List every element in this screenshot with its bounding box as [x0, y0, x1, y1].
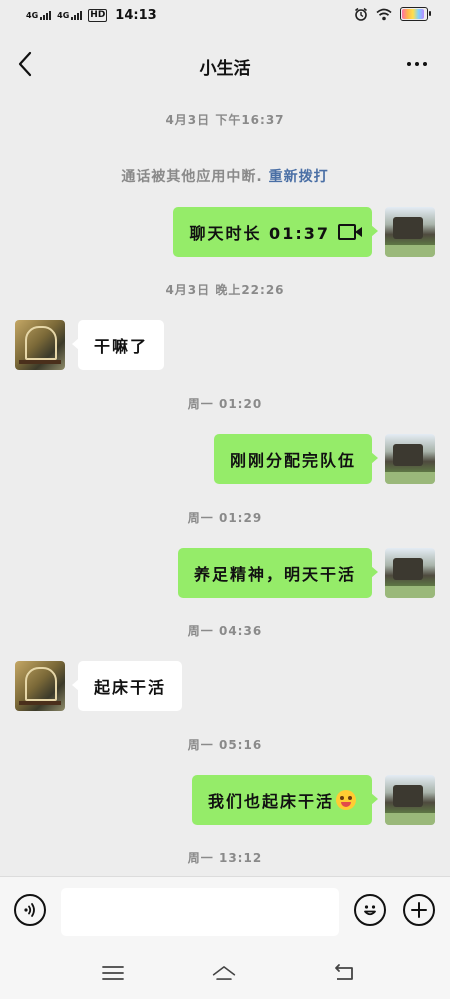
voice-button[interactable] [14, 894, 46, 926]
battery-icon [400, 7, 431, 21]
more-button[interactable] [402, 52, 432, 76]
emoji-icon [336, 790, 356, 810]
input-bar [0, 876, 450, 949]
emoji-button[interactable] [354, 894, 386, 926]
emoji-icon [364, 905, 376, 916]
menu-button[interactable] [100, 962, 126, 984]
message-text: 干嘛了 [94, 337, 149, 356]
title-bar: 小生活 [0, 32, 450, 96]
timestamp: 周一 01:20 [187, 397, 263, 411]
message-bubble[interactable]: 刚刚分配完队伍 [213, 434, 379, 484]
timestamp: 4月3日 下午16:37 [165, 113, 285, 127]
message-text: 起床干活 [94, 678, 167, 697]
home-icon [212, 966, 236, 980]
avatar[interactable] [15, 320, 65, 370]
menu-icon [102, 966, 124, 980]
voice-icon [24, 903, 35, 917]
video-call-icon [338, 224, 362, 240]
timestamp: 周一 05:16 [187, 738, 263, 752]
timestamp: 周一 01:29 [187, 511, 263, 525]
status-time: 14:13 [115, 8, 157, 23]
more-dots-icon [407, 62, 411, 66]
more-dot [423, 62, 427, 66]
avatar[interactable] [385, 548, 435, 598]
signal-icon: 4G [57, 11, 83, 20]
nav-bar [0, 948, 450, 999]
hd-icon: HD [88, 9, 108, 22]
avatar[interactable] [385, 207, 435, 257]
message-text: 刚刚分配完队伍 [229, 451, 356, 470]
back-icon [335, 964, 353, 980]
message-text: 养足精神，明天干活 [193, 565, 356, 584]
signal-label: 4G [26, 11, 39, 20]
message-bubble[interactable]: 我们也起床干活 [191, 775, 379, 825]
plus-icon [411, 902, 427, 918]
chat-title: 小生活 [199, 59, 251, 79]
alarm-icon [355, 7, 367, 21]
more-dot [415, 62, 419, 66]
message-bubble[interactable]: 起床干活 [71, 661, 183, 711]
message-bubble[interactable]: 聊天时长 01:37 [173, 207, 378, 257]
home-button[interactable] [211, 962, 237, 984]
signal-icon: 4G [26, 11, 52, 20]
message-bubble[interactable]: 养足精神，明天干活 [177, 548, 379, 598]
wifi-icon [376, 8, 392, 20]
nav-back-button[interactable] [331, 962, 357, 984]
plus-button[interactable] [403, 894, 435, 926]
system-message: 通话被其他应用中断. 重新拨打 [0, 166, 450, 186]
message-text: 我们也起床干活 [207, 792, 334, 811]
avatar[interactable] [385, 775, 435, 825]
avatar[interactable] [385, 434, 435, 484]
timestamp: 周一 13:12 [187, 851, 263, 865]
message-bubble[interactable]: 干嘛了 [71, 320, 165, 370]
system-text: 通话被其他应用中断. [121, 169, 263, 185]
redial-link[interactable]: 重新拨打 [269, 169, 329, 185]
timestamp: 周一 04:36 [187, 624, 263, 638]
signal-label: 4G [57, 11, 70, 20]
battery-fill [402, 9, 425, 19]
avatar[interactable] [15, 661, 65, 711]
message-input[interactable] [61, 888, 339, 936]
status-bar: 4G 4G HD 14:13 [0, 0, 450, 32]
status-right [354, 7, 431, 21]
message-text: 聊天时长 01:37 [189, 224, 330, 243]
timestamp: 4月3日 晚上22:26 [165, 283, 285, 297]
status-left: 4G 4G HD 14:13 [26, 8, 157, 23]
